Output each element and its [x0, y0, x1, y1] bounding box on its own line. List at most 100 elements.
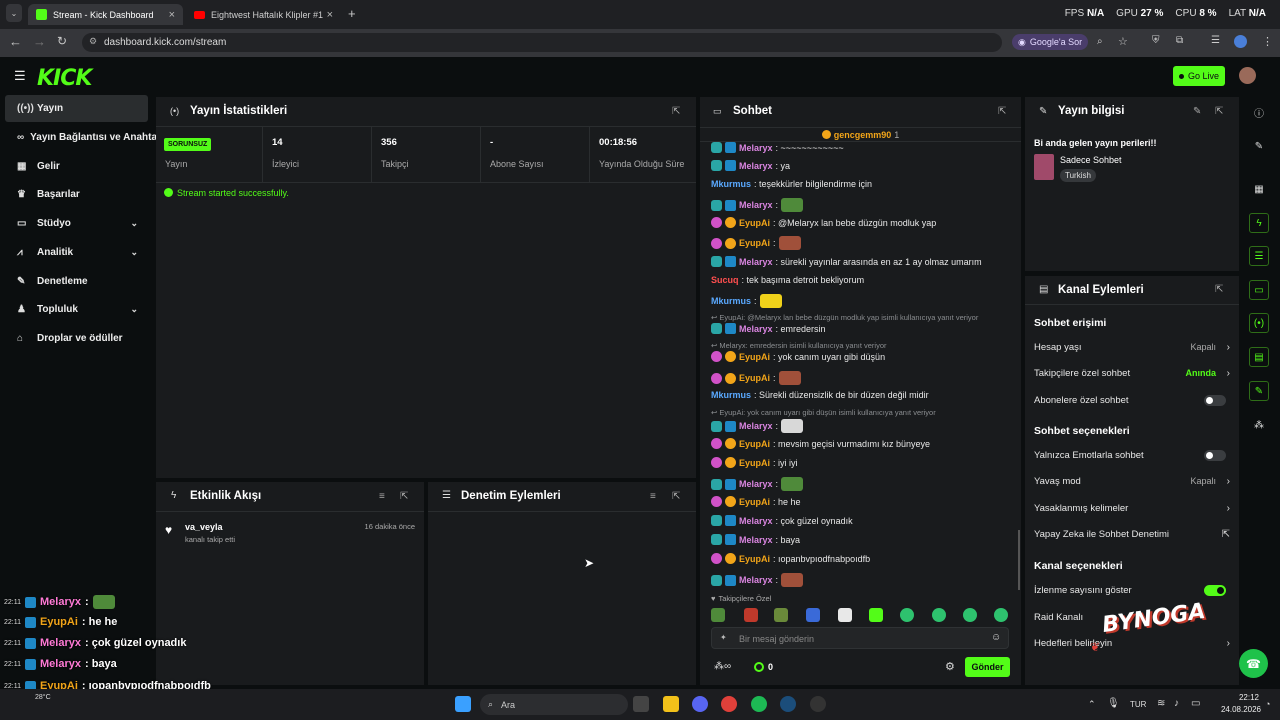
emote-blue-icon[interactable]	[806, 608, 820, 622]
browser-menu-icon[interactable]: ⋮	[1262, 35, 1273, 48]
chat-message[interactable]: EyupAi: yok canım uyarı gibi düşün	[711, 351, 1011, 362]
grid-icon[interactable]: ▦	[1249, 179, 1269, 199]
popout-icon[interactable]: ⇱	[400, 491, 408, 502]
emote-duck-icon[interactable]	[838, 608, 852, 622]
emote-face4-icon[interactable]	[994, 608, 1008, 622]
reply-context[interactable]: ↩ EyupAi: @Melaryx lan bebe düzgün modlu…	[711, 313, 1011, 322]
pinned-user[interactable]: gencgemm90	[834, 130, 892, 140]
emote-frog-icon[interactable]	[711, 608, 725, 622]
sidebar-item-droplar[interactable]: ⌂ Droplar ve ödüller	[5, 325, 148, 352]
taskbar-search[interactable]: ⌕ Ara	[480, 694, 628, 715]
chat-username[interactable]: Melaryx	[739, 516, 773, 526]
popout-icon[interactable]: ⇱	[672, 491, 680, 502]
reload-icon[interactable]: ↻	[57, 34, 67, 48]
support-chat-button[interactable]: ☎	[1239, 649, 1268, 678]
chat-username[interactable]: Melaryx	[739, 421, 773, 431]
chat-username[interactable]: Melaryx	[739, 535, 773, 545]
popout-icon[interactable]: ⇱	[1215, 106, 1223, 117]
back-icon[interactable]: ←	[9, 34, 22, 49]
chat-message[interactable]: EyupAi: iyi iyi	[711, 457, 1011, 468]
popout-icon[interactable]: ⇱	[998, 106, 1006, 117]
hamburger-menu-icon[interactable]: ☰	[14, 68, 26, 84]
info-icon[interactable]: ⓘ	[1249, 102, 1269, 122]
go-live-button[interactable]: Go Live	[1173, 66, 1225, 86]
chat-message[interactable]: Melaryx:	[711, 477, 1011, 491]
chat-username[interactable]: Mkurmus	[711, 179, 751, 189]
chat-username[interactable]: Melaryx	[739, 575, 773, 585]
chat-username[interactable]: EyupAi	[739, 352, 770, 362]
sidebar-item-yayin[interactable]: ((•)) Yayın	[5, 95, 148, 122]
extension-shield-icon[interactable]: ⛨	[1152, 35, 1160, 46]
chrome-icon[interactable]	[721, 696, 737, 712]
chat-input[interactable]: ✦ Bir mesaj gönderin ☺	[711, 627, 1009, 649]
chat-message[interactable]: EyupAi: ıopanbvpıodfnabpoıdfb	[711, 553, 1011, 564]
sidebar-item-studyo[interactable]: ▭ Stüdyo ⌄	[5, 210, 148, 237]
sidebar-item-basarilar[interactable]: ♛ Başarılar	[5, 181, 148, 208]
microphone-icon[interactable]: 🎙	[1107, 698, 1120, 709]
slow-mode-row[interactable]: Yavaş mod Kapalı ›	[1034, 471, 1230, 491]
notification-bell-icon[interactable]: ◔	[1265, 699, 1270, 709]
obs-icon[interactable]	[810, 696, 826, 712]
chat-message[interactable]: Mkurmus:	[711, 294, 1011, 308]
clock-date[interactable]: 24.08.2026	[1213, 705, 1261, 714]
broadcast-icon[interactable]: (•)	[1249, 313, 1269, 333]
list-icon[interactable]: ☰	[1249, 246, 1269, 266]
chat-message[interactable]: EyupAi: mevsim geçisi vurmadımı kız büny…	[711, 438, 1011, 449]
wifi-icon[interactable]: ≋	[1157, 698, 1165, 709]
chat-scrollbar[interactable]	[1018, 530, 1020, 590]
toolbox-icon[interactable]: ▤	[1249, 347, 1269, 367]
pencil-icon[interactable]: ✎	[1249, 136, 1269, 156]
battery-icon[interactable]: ▭	[1191, 698, 1200, 709]
chat-message[interactable]: EyupAi: @Melaryx lan bebe düzgün modluk …	[711, 217, 1011, 228]
emote-pepe-icon[interactable]	[774, 608, 788, 622]
tab-youtube[interactable]: Eightwest Haftalık Klipler #1 | E ×	[186, 4, 341, 25]
tray-chevron-icon[interactable]: ⌃	[1088, 699, 1096, 710]
followers-chat-row[interactable]: Takipçilere özel sohbet Anında ›	[1034, 363, 1230, 383]
chat-settings-icon[interactable]: ⚙	[945, 660, 955, 673]
close-icon[interactable]: ×	[169, 9, 175, 21]
language-tag[interactable]: Turkish	[1060, 169, 1096, 182]
sidebar-item-topluluk[interactable]: ♟ Topluluk ⌄	[5, 296, 148, 323]
language-indicator[interactable]: TUR	[1130, 700, 1146, 709]
bookmark-star-icon[interactable]: ☆	[1118, 35, 1128, 48]
chat-username[interactable]: Melaryx	[739, 161, 773, 171]
chat-username[interactable]: EyupAi	[739, 439, 770, 449]
account-age-row[interactable]: Hesap yaşı Kapalı ›	[1034, 337, 1230, 357]
chat-username[interactable]: EyupAi	[739, 554, 770, 564]
chat-message[interactable]: Melaryx:	[711, 573, 1011, 587]
discord-icon[interactable]	[692, 696, 708, 712]
emote-face3-icon[interactable]	[963, 608, 977, 622]
chat-username[interactable]: EyupAi	[739, 497, 770, 507]
subs-chat-toggle[interactable]	[1204, 394, 1226, 406]
sidebar-item-denetleme[interactable]: ✎ Denetleme	[5, 268, 148, 295]
steam-icon[interactable]	[780, 696, 796, 712]
chat-message[interactable]: Melaryx: emredersin	[711, 323, 1011, 334]
chat-message[interactable]: Melaryx:	[711, 198, 1011, 212]
profile-avatar[interactable]	[1234, 35, 1247, 48]
new-tab-button[interactable]: +	[348, 6, 356, 21]
emote-only-toggle[interactable]	[1204, 449, 1226, 461]
chat-users-icon[interactable]: ⁂∞	[714, 661, 731, 672]
filter-icon[interactable]: ≡	[379, 491, 385, 502]
chat-username[interactable]: EyupAi	[739, 458, 770, 468]
user-avatar[interactable]	[1239, 67, 1256, 84]
chat-username[interactable]: Melaryx	[739, 479, 773, 489]
category-name[interactable]: Sadece Sohbet	[1060, 155, 1122, 165]
chat-username[interactable]: Melaryx	[739, 200, 773, 210]
chat-message[interactable]: Melaryx: ya	[711, 160, 1011, 171]
chat-message[interactable]: Mkurmus: teşekkürler bilgilendirme için	[711, 179, 1011, 189]
google-ask-chip[interactable]: ◉ Google'a Sor	[1012, 34, 1088, 50]
chat-message[interactable]: EyupAi:	[711, 236, 1011, 250]
tab-search-button[interactable]: ⌄	[6, 4, 22, 22]
chat-message[interactable]: Mkurmus: Sürekli düzensizlik de bir düze…	[711, 390, 1011, 400]
task-view-icon[interactable]	[633, 696, 649, 712]
bolt-icon[interactable]: ϟ	[1249, 213, 1269, 233]
chat-message[interactable]: Melaryx: sürekli yayınlar arasında en az…	[711, 256, 1011, 267]
forward-icon[interactable]: →	[33, 34, 46, 49]
wrench-icon[interactable]: ✎	[1249, 381, 1269, 401]
chat-username[interactable]: EyupAi	[739, 373, 770, 383]
emote-kick-icon[interactable]	[869, 608, 883, 622]
chat-message[interactable]: Sucuq: tek başıma detroit bekliyorum	[711, 275, 1011, 285]
chat-message[interactable]: Melaryx: ~~~~~~~~~~~~	[711, 142, 1011, 153]
sidebar-item-stream-key[interactable]: ∞ Yayın Bağlantısı ve Anahtarı	[5, 124, 157, 151]
